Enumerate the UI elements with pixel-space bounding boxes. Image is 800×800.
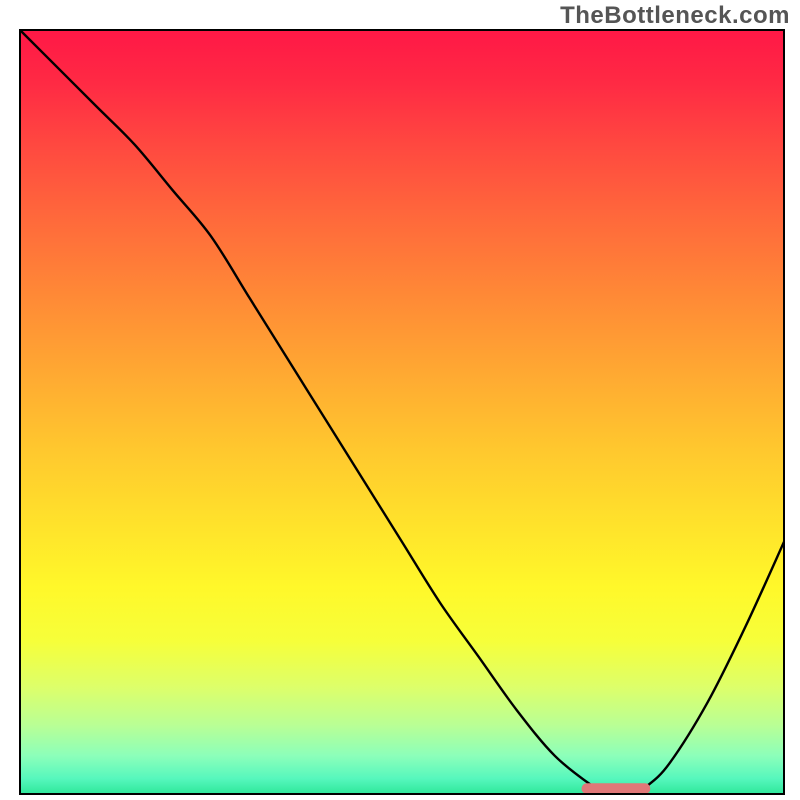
marker-bar bbox=[582, 783, 651, 794]
watermark-text: TheBottleneck.com bbox=[560, 2, 790, 30]
chart-svg bbox=[0, 0, 800, 800]
chart-stage: TheBottleneck.com bbox=[0, 0, 800, 800]
